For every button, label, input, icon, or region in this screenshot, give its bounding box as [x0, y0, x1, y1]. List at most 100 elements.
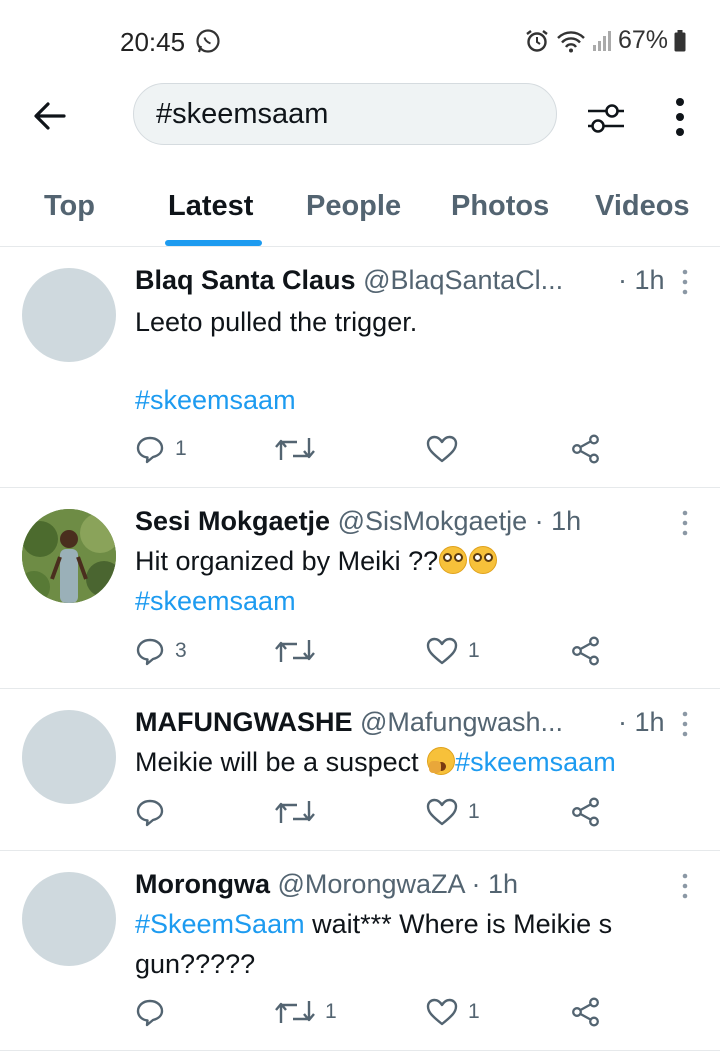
tab-videos[interactable]: Videos [595, 190, 690, 223]
yawning-face-emoji [427, 747, 456, 775]
whatsapp-icon [196, 29, 220, 53]
reply-button[interactable] [135, 997, 175, 1027]
hashtag-link[interactable]: #skeemsaam [135, 380, 695, 420]
tweet[interactable]: Morongwa @MorongwaZA · 1h #SkeemSaam wai… [0, 851, 720, 1051]
author-name[interactable]: MAFUNGWASHE [135, 707, 353, 737]
retweet-icon [275, 801, 315, 823]
hashtag-link[interactable]: #skeemsaam [135, 581, 695, 621]
retweet-button[interactable] [275, 797, 325, 827]
tweet-actions: 1 [135, 434, 695, 474]
tweet-time: · 1h [618, 707, 665, 737]
flushed-face-emoji [439, 546, 468, 574]
tweet-text: Leeto pulled the trigger. #skeemsaam [135, 302, 695, 420]
signal-icon [592, 30, 611, 51]
reply-count: 1 [175, 437, 187, 460]
retweet-icon [275, 1001, 315, 1023]
author-handle[interactable]: @Mafungwash... [360, 707, 563, 737]
tab-photos[interactable]: Photos [451, 190, 549, 223]
search-input[interactable]: #skeemsaam [133, 83, 557, 145]
tweet-time: · 1h [618, 265, 665, 295]
search-filter-icon[interactable] [584, 96, 628, 140]
like-count: 1 [468, 800, 480, 823]
status-time: 20:45 [120, 27, 186, 57]
search-header: #skeemsaam [0, 80, 720, 150]
tweet[interactable]: Sesi Mokgaetje @SisMokgaetje · 1h Hit or… [0, 488, 720, 689]
tweet-text: Meikie will be a suspect #skeemsaam [135, 742, 705, 782]
tab-people[interactable]: People [306, 190, 401, 223]
author-name[interactable]: Morongwa [135, 869, 270, 899]
tweet-body: Hit organized by Meiki ?? [135, 541, 695, 581]
retweet-button[interactable]: 1 [275, 997, 337, 1027]
avatar[interactable] [22, 710, 116, 804]
like-button[interactable]: 1 [426, 797, 480, 827]
share-icon [572, 997, 599, 1027]
like-count: 1 [468, 1000, 480, 1023]
tweet-header: Morongwa @MorongwaZA · 1h [135, 869, 518, 900]
avatar[interactable] [22, 872, 116, 966]
battery-percent: 67% [617, 26, 668, 54]
back-arrow-icon[interactable] [30, 96, 70, 136]
search-tabs: Top Latest People Photos Videos [0, 170, 720, 247]
tweet-more-icon[interactable] [676, 709, 694, 739]
avatar[interactable] [22, 509, 116, 603]
share-button[interactable] [571, 997, 601, 1027]
status-bar: 20:45 67% [0, 0, 720, 80]
author-handle[interactable]: @SisMokgaetje [338, 506, 528, 536]
wifi-icon [557, 30, 585, 52]
tweet-header: Blaq Santa Claus @BlaqSantaCl... [135, 265, 563, 296]
tweet-time: · 1h [471, 869, 519, 899]
share-button[interactable] [571, 797, 601, 827]
reply-icon [136, 436, 164, 464]
reply-button[interactable] [135, 797, 175, 827]
hashtag-link[interactable]: #skeemsaam [455, 747, 616, 777]
heart-icon [426, 998, 458, 1026]
tweet-body: Leeto pulled the trigger. [135, 307, 418, 337]
tweet-body-text: Hit organized by Meiki ?? [135, 546, 439, 576]
share-button[interactable] [571, 636, 601, 666]
author-handle[interactable]: @MorongwaZA [278, 869, 464, 899]
like-count: 1 [468, 639, 480, 662]
like-button[interactable]: 1 [426, 636, 480, 666]
retweet-button[interactable] [275, 434, 325, 464]
share-button[interactable] [571, 434, 601, 464]
share-icon [572, 636, 599, 666]
share-icon [572, 797, 599, 827]
more-options-icon[interactable] [668, 94, 692, 142]
tweet[interactable]: Blaq Santa Claus @BlaqSantaCl... · 1h Le… [0, 247, 720, 488]
hashtag-link[interactable]: #SkeemSaam [135, 909, 305, 939]
active-tab-indicator [165, 240, 262, 246]
reply-button[interactable]: 1 [135, 434, 187, 464]
tab-latest[interactable]: Latest [168, 190, 253, 223]
tweet-more-icon[interactable] [676, 508, 694, 538]
like-button[interactable]: 1 [426, 997, 480, 1027]
battery-icon [674, 29, 686, 51]
like-button[interactable] [426, 434, 468, 464]
reply-button[interactable]: 3 [135, 636, 187, 666]
tweet[interactable]: MAFUNGWASHE @Mafungwash... · 1h Meikie w… [0, 689, 720, 851]
reply-count: 3 [175, 639, 187, 662]
reply-icon [136, 999, 164, 1027]
tweet-header: MAFUNGWASHE @Mafungwash... [135, 707, 563, 738]
tab-top[interactable]: Top [44, 190, 95, 223]
tweet-more-icon[interactable] [676, 267, 694, 297]
reply-icon [136, 799, 164, 827]
tweet-header: Sesi Mokgaetje @SisMokgaetje · 1h [135, 506, 581, 537]
alarm-icon [526, 29, 548, 52]
tweet-actions: 1 1 [135, 997, 695, 1037]
heart-icon [426, 637, 458, 665]
share-icon [572, 434, 599, 464]
tweet-text: Hit organized by Meiki ?? #skeemsaam [135, 541, 695, 621]
reply-icon [136, 638, 164, 666]
tweet-more-icon[interactable] [676, 871, 694, 901]
retweet-button[interactable] [275, 636, 325, 666]
retweet-count: 1 [325, 1000, 337, 1023]
heart-icon [426, 435, 458, 463]
retweet-icon [275, 438, 315, 460]
tweet-actions: 3 1 [135, 636, 695, 676]
avatar[interactable] [22, 268, 116, 362]
tweet-actions: 1 [135, 797, 695, 837]
author-name[interactable]: Blaq Santa Claus [135, 265, 356, 295]
author-handle[interactable]: @BlaqSantaCl... [363, 265, 563, 295]
tweet-time: · 1h [534, 506, 582, 536]
author-name[interactable]: Sesi Mokgaetje [135, 506, 330, 536]
